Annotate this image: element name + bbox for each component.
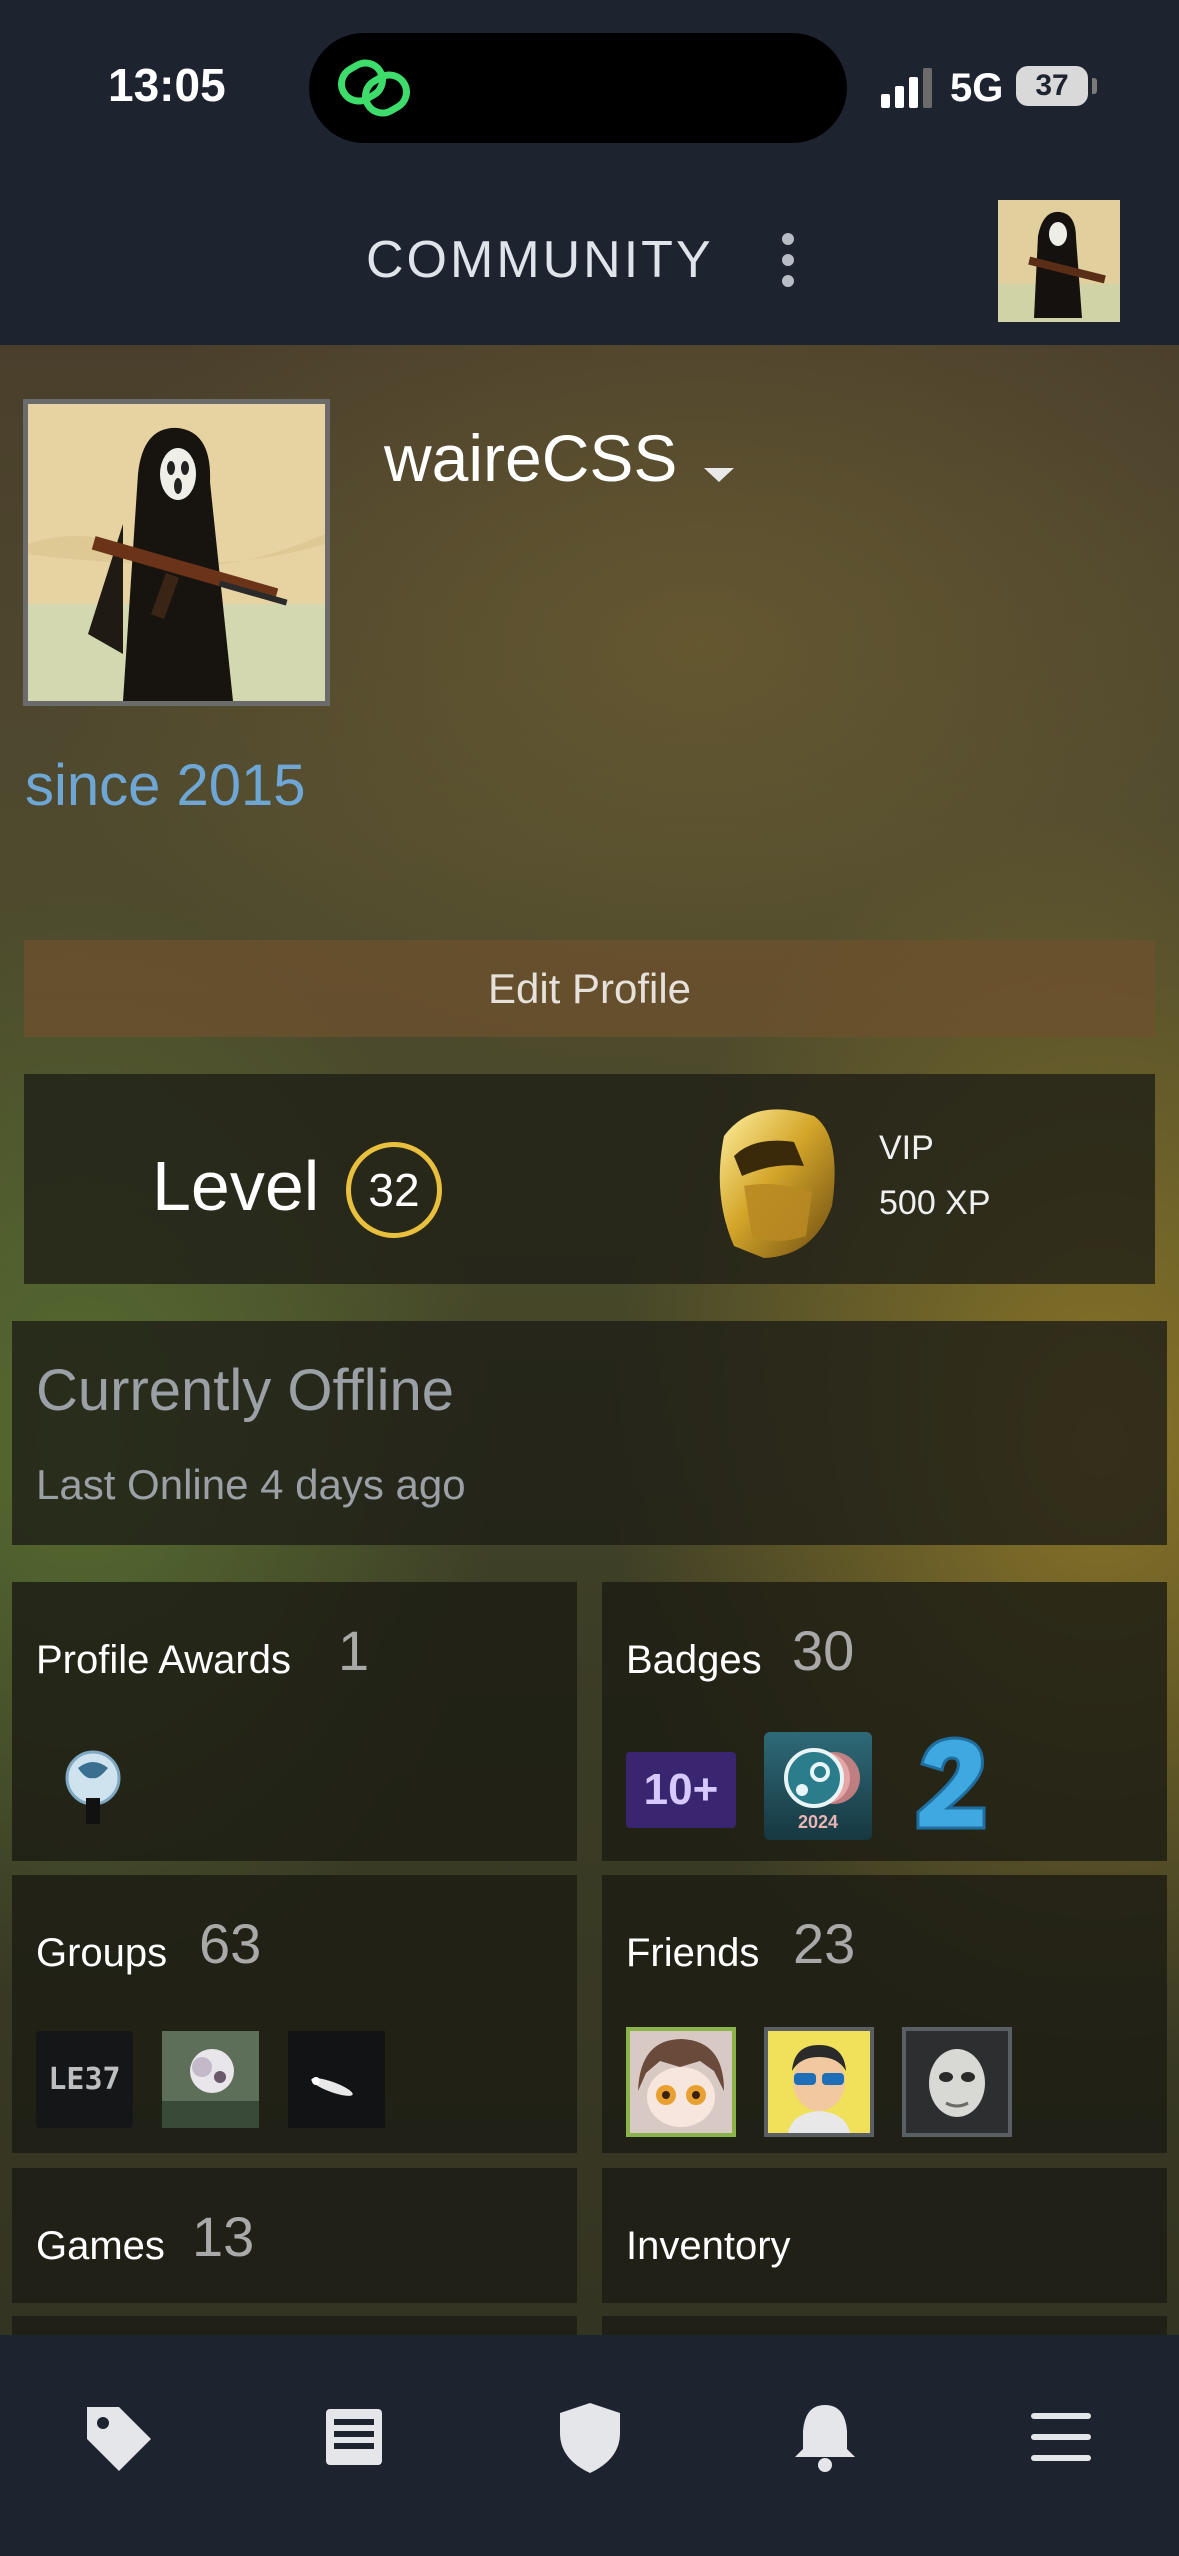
cellular-signal-icon (881, 68, 932, 108)
flower-image (162, 2031, 259, 2128)
friend-avatar[interactable] (764, 2027, 874, 2137)
status-time: 13:05 (108, 59, 226, 111)
tile-label: Groups (36, 1931, 168, 1975)
chevron-down-icon[interactable] (704, 468, 734, 482)
edit-profile-button[interactable]: Edit Profile (24, 940, 1155, 1037)
app-link-icon (338, 59, 410, 117)
games-tile[interactable]: Games 13 (12, 2168, 577, 2303)
tile-count: 23 (793, 1912, 856, 1975)
friend-avatar[interactable] (626, 2027, 736, 2137)
tile-label: Games (36, 2224, 165, 2268)
app-header: COMMUNITY (0, 175, 1179, 345)
shield-icon[interactable] (550, 2397, 630, 2477)
tile-row-partial (602, 2316, 1167, 2335)
menu-icon[interactable] (1021, 2397, 1101, 2477)
group-avatar-label: LE37 (48, 2062, 121, 2097)
tile-count: 63 (199, 1912, 262, 1975)
battery-nub (1092, 78, 1097, 94)
helmet-badge-icon (719, 1109, 835, 1258)
avatar-image (998, 200, 1120, 322)
tile-label: Badges (626, 1638, 762, 1682)
friends-tile[interactable]: Friends 23 (602, 1875, 1167, 2153)
badge-years-label: 10+ (643, 1765, 719, 1814)
badges-tile[interactable]: Badges 30 10+ 2024 (602, 1582, 1167, 1861)
avatar-image (28, 404, 325, 701)
badge-steam-2024-icon: 2024 (764, 1732, 872, 1840)
header-avatar[interactable] (998, 200, 1120, 322)
battery-icon: 37 (1016, 66, 1088, 106)
friend-avatar[interactable] (902, 2027, 1012, 2137)
level-panel[interactable]: Level 32 VIP 500 XP (24, 1074, 1155, 1284)
level-badge: 32 (346, 1142, 442, 1238)
level-label: Level (152, 1147, 320, 1225)
group-avatar[interactable]: LE37 (36, 2031, 133, 2128)
news-icon[interactable] (314, 2397, 394, 2477)
tile-label: Friends (626, 1931, 760, 1975)
page-title: COMMUNITY (366, 231, 714, 289)
profile-username[interactable]: waireCSS (384, 420, 677, 496)
bottom-nav (0, 2335, 1179, 2556)
friend-sunglasses-avatar (768, 2031, 870, 2133)
online-status-panel: Currently Offline Last Online 4 days ago (12, 1321, 1167, 1545)
online-status: Currently Offline (36, 1358, 454, 1423)
tile-count: 1 (338, 1619, 370, 1682)
kebab-icon[interactable] (770, 225, 806, 295)
app-root: 13:05 5G 37 COMMUNITY waireCSS since 201… (0, 0, 1179, 2556)
inventory-tile[interactable]: Inventory (602, 2168, 1167, 2303)
badge-name: VIP (879, 1129, 934, 1167)
battery-level: 37 (1035, 69, 1069, 102)
badge-year-label: 2024 (797, 1812, 839, 1832)
badge-years-icon: 10+ (626, 1752, 736, 1828)
tile-row-partial (12, 2316, 577, 2335)
friend-anime-avatar (630, 2031, 732, 2133)
network-type: 5G (950, 66, 1004, 110)
comet-image (288, 2031, 385, 2128)
tile-count: 13 (192, 2205, 255, 2268)
tile-label: Inventory (626, 2224, 791, 2268)
tag-icon[interactable] (77, 2397, 157, 2477)
status-bar: 13:05 5G 37 (0, 0, 1179, 175)
groups-tile[interactable]: Groups 63 LE37 (12, 1875, 577, 2153)
group-avatar[interactable] (288, 2031, 385, 2128)
profile-awards-tile[interactable]: Profile Awards 1 (12, 1582, 577, 1861)
tile-count: 30 (792, 1619, 855, 1682)
award-icon (65, 1750, 121, 1824)
friend-mask-avatar (906, 2031, 1008, 2133)
badge-xp: 500 XP (879, 1184, 991, 1222)
profile-avatar[interactable] (23, 399, 330, 706)
last-online: Last Online 4 days ago (36, 1461, 466, 1508)
group-avatar[interactable] (162, 2031, 259, 2128)
badge-level-icon (916, 1736, 986, 1830)
tile-label: Profile Awards (36, 1638, 291, 1682)
dynamic-island (309, 33, 847, 143)
member-since: since 2015 (25, 753, 306, 818)
bell-icon[interactable] (785, 2397, 865, 2477)
